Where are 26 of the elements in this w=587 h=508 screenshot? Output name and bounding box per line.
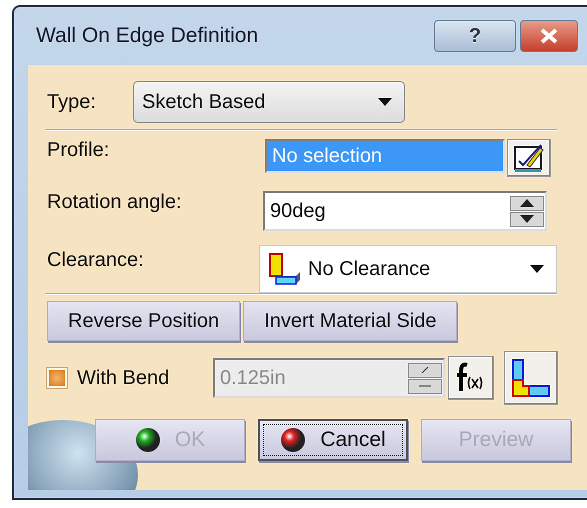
profile-label: Profile: (47, 139, 110, 162)
type-label: Type: (47, 90, 97, 114)
caret-icon (530, 265, 544, 273)
sketch-button[interactable] (507, 139, 551, 177)
type-dropdown[interactable]: Sketch Based (133, 81, 405, 123)
dialog-button[interactable]: Cancel (258, 419, 408, 461)
wall-clearance-icon (268, 252, 302, 286)
spin-buttons[interactable] (510, 196, 544, 226)
clearance-dropdown[interactable]: No Clearance (259, 245, 557, 293)
status-ball-icon (134, 427, 161, 453)
formula-button[interactable] (448, 356, 494, 400)
help-button[interactable]: ? (434, 20, 516, 52)
with-bend-label: With Bend (77, 366, 170, 390)
clearance-label: Clearance: (47, 249, 145, 272)
action-button[interactable]: Invert Material Side (243, 301, 458, 341)
pencil-sketch-icon (513, 143, 545, 173)
status-ball-icon (280, 427, 306, 453)
window-title: Wall On Edge Definition (35, 24, 258, 48)
close-icon (538, 28, 560, 44)
rotation-angle-label: Rotation angle: (47, 191, 183, 214)
close-button[interactable] (520, 20, 578, 52)
bend-options-button[interactable] (504, 351, 558, 405)
rotation-angle-field[interactable]: 90deg (263, 191, 547, 231)
caret-icon (378, 98, 392, 106)
action-button[interactable]: Reverse Position (47, 301, 240, 341)
bend-corner-icon (509, 356, 553, 400)
